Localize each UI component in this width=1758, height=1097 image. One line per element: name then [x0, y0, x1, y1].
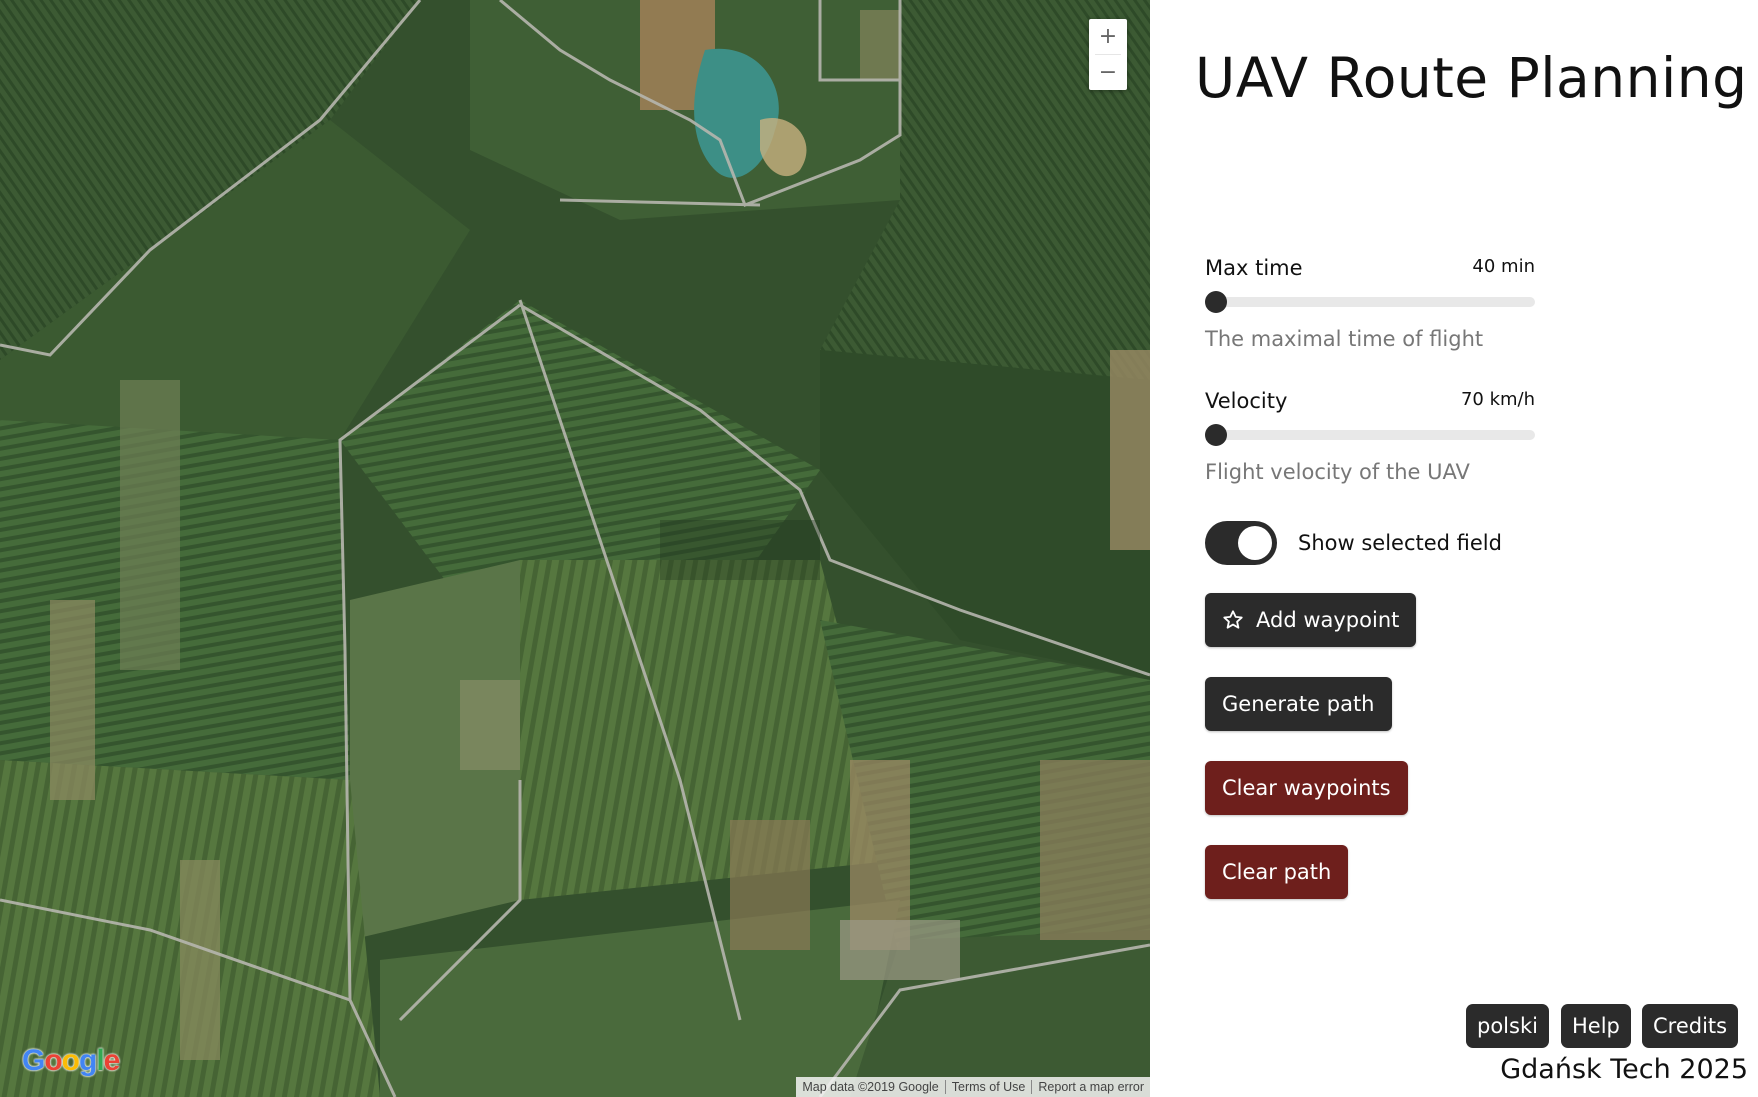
- max-time-help: The maximal time of flight: [1205, 327, 1484, 351]
- generate-path-button[interactable]: Generate path: [1205, 677, 1392, 731]
- generate-path-label: Generate path: [1222, 692, 1375, 716]
- max-time-label: Max time: [1205, 256, 1303, 280]
- satellite-imagery[interactable]: [0, 0, 1150, 1097]
- control-panel: UAV Route Planning Max time 40 min The m…: [1150, 0, 1758, 1097]
- zoom-out-button[interactable]: −: [1089, 55, 1127, 90]
- clear-path-button[interactable]: Clear path: [1205, 845, 1349, 899]
- minus-icon: −: [1098, 60, 1118, 85]
- footer-organization: Gdańsk Tech 2025: [1500, 1054, 1748, 1085]
- show-field-toggle[interactable]: [1205, 521, 1277, 565]
- report-map-error-link[interactable]: Report a map error: [1032, 1077, 1150, 1097]
- help-button[interactable]: Help: [1561, 1004, 1631, 1048]
- velocity-control: Velocity 70 km/h Flight velocity of the …: [1205, 389, 1535, 489]
- map-data-credit: Map data ©2019 Google: [802, 1080, 939, 1094]
- velocity-help: Flight velocity of the UAV: [1205, 460, 1470, 484]
- credits-button[interactable]: Credits: [1642, 1004, 1739, 1048]
- add-waypoint-label: Add waypoint: [1256, 608, 1400, 632]
- star-icon: [1223, 610, 1243, 629]
- clear-path-label: Clear path: [1222, 860, 1332, 884]
- max-time-slider-track[interactable]: [1205, 297, 1535, 307]
- max-time-value: 40 min: [1472, 256, 1535, 277]
- velocity-value: 70 km/h: [1460, 389, 1535, 410]
- map-attribution: Map data ©2019 Google Terms of Use Repor…: [796, 1077, 1150, 1097]
- google-logo: Google: [22, 1044, 120, 1077]
- clear-waypoints-button[interactable]: Clear waypoints: [1205, 761, 1408, 815]
- clear-waypoints-label: Clear waypoints: [1222, 776, 1391, 800]
- add-waypoint-button[interactable]: Add waypoint: [1205, 593, 1417, 647]
- show-field-label: Show selected field: [1298, 531, 1502, 555]
- zoom-control: + −: [1089, 19, 1127, 90]
- velocity-slider-thumb[interactable]: [1205, 424, 1227, 446]
- terms-of-use-link[interactable]: Terms of Use: [946, 1077, 1032, 1097]
- page-title: UAV Route Planning: [1195, 46, 1748, 110]
- velocity-slider-track[interactable]: [1205, 430, 1535, 440]
- zoom-in-button[interactable]: +: [1089, 19, 1127, 54]
- velocity-label: Velocity: [1205, 389, 1288, 413]
- satellite-map[interactable]: + − Google Map data ©2019 Google Terms o…: [0, 0, 1150, 1097]
- show-field-row: Show selected field: [1205, 521, 1502, 565]
- toggle-knob: [1238, 526, 1272, 560]
- max-time-control: Max time 40 min The maximal time of flig…: [1205, 256, 1535, 356]
- max-time-slider-thumb[interactable]: [1205, 291, 1227, 313]
- language-button[interactable]: polski: [1466, 1004, 1549, 1048]
- plus-icon: +: [1098, 24, 1118, 49]
